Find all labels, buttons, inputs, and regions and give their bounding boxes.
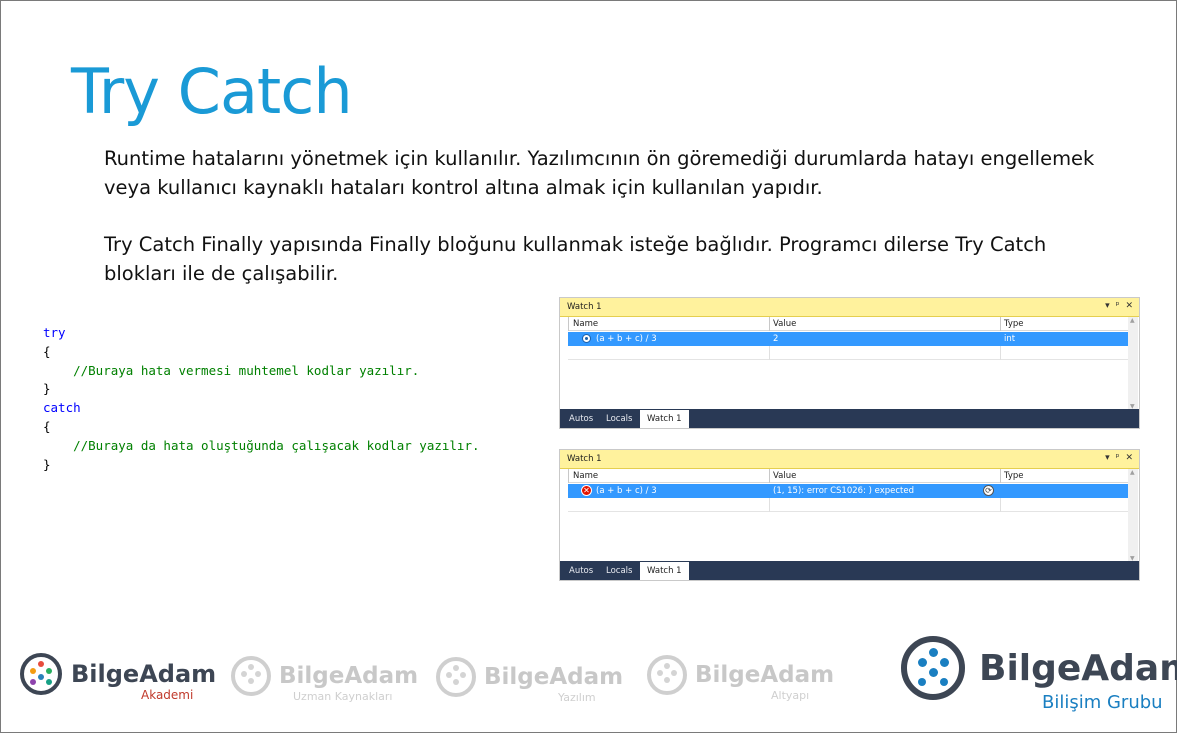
error-icon: ✕ (581, 485, 592, 496)
watch-title-bar: Watch 1 ▾ ᵖ ✕ (560, 298, 1139, 317)
bilgeadam-logo-icon (901, 636, 965, 700)
watch-empty-row[interactable] (568, 346, 1128, 360)
refresh-icon[interactable]: ⟳ (983, 485, 994, 496)
catch-keyword: catch (43, 400, 81, 416)
logo-bilisim-grubu: BilgeAdam Bilişim Grubu (901, 636, 1177, 713)
watch-row-name: (a + b + c) / 3 (596, 486, 657, 496)
logo-name: BilgeAdam (71, 660, 217, 688)
bilgeadam-logo-icon (647, 655, 687, 695)
scroll-up-icon[interactable]: ▲ (1130, 317, 1135, 324)
watch-empty-row[interactable] (568, 498, 1128, 512)
logo-sub: Yazılım (558, 691, 596, 704)
logo-uzman-kaynaklari: BilgeAdam Uzman Kaynakları (231, 656, 419, 703)
vertical-scrollbar[interactable]: ▲ ▼ (1128, 317, 1138, 410)
close-icon[interactable]: ✕ (1125, 301, 1133, 311)
logo-sub: Bilişim Grubu (1042, 692, 1163, 713)
watch-header-row: Name Value Type (568, 317, 1128, 331)
bilgeadam-logo-icon (20, 653, 62, 695)
logo-sub: Altyapı (771, 689, 810, 702)
tab-watch-1[interactable]: Watch 1 (640, 410, 689, 428)
close-brace: } (43, 381, 51, 397)
watch-row-value: (1, 15): error CS1026: ) expected (773, 486, 915, 496)
bilgeadam-logo-icon (231, 656, 271, 696)
pin-icon[interactable]: ᵖ (1116, 301, 1120, 311)
tab-locals[interactable]: Locals (599, 564, 639, 580)
logo-name: BilgeAdam (979, 647, 1177, 689)
bilgeadam-logo-icon (436, 657, 476, 697)
column-value[interactable]: Value (773, 319, 796, 329)
watch-header-row: Name Value Type (568, 469, 1128, 483)
code-block: try { //Buraya hata vermesi muhtemel kod… (43, 324, 480, 474)
watch-row-value: 2 (773, 334, 779, 344)
logo-altyapi: BilgeAdam Altyapı (647, 655, 835, 702)
try-keyword: try (43, 325, 66, 340)
slide-title: Try Catch (71, 55, 353, 128)
logo-akademi: BilgeAdam Akademi (20, 653, 217, 702)
scroll-up-icon[interactable]: ▲ (1130, 469, 1135, 476)
watch-row[interactable]: (a + b + c) / 3 2 int (568, 332, 1128, 346)
tab-autos[interactable]: Autos (562, 564, 600, 580)
watch-tab-bar: Autos Locals Watch 1 (560, 561, 1139, 580)
column-type[interactable]: Type (1004, 319, 1024, 329)
tab-locals[interactable]: Locals (599, 412, 639, 428)
close-brace: } (43, 456, 51, 472)
watch-title-bar: Watch 1 ▾ ᵖ ✕ (560, 450, 1139, 469)
close-icon[interactable]: ✕ (1125, 453, 1133, 463)
watch-tab-bar: Autos Locals Watch 1 (560, 409, 1139, 428)
column-name[interactable]: Name (573, 471, 598, 481)
watch-title: Watch 1 (567, 454, 602, 464)
open-brace: { (43, 418, 51, 434)
watch-controls: ▾ ᵖ ✕ (1105, 301, 1133, 311)
watch-title: Watch 1 (567, 302, 602, 312)
try-comment: //Buraya hata vermesi muhtemel kodlar ya… (73, 362, 420, 378)
paragraph-runtime: Runtime hatalarını yönetmek için kullanı… (104, 147, 1095, 199)
watch-row[interactable]: ✕ (a + b + c) / 3 (1, 15): error CS1026:… (568, 484, 1128, 498)
logo-yazilim: BilgeAdam Yazılım (436, 657, 624, 704)
slide: Try Catch Runtime hatalarını yönetmek iç… (0, 0, 1177, 733)
dropdown-icon[interactable]: ▾ (1105, 301, 1110, 311)
open-brace: { (43, 343, 51, 359)
vertical-scrollbar[interactable]: ▲ ▼ (1128, 469, 1138, 562)
tab-autos[interactable]: Autos (562, 412, 600, 428)
watch-window-success: Watch 1 ▾ ᵖ ✕ Name Value Type (a + b + c… (559, 297, 1140, 429)
logo-sub: Uzman Kaynakları (293, 690, 393, 703)
logo-sub: Akademi (141, 688, 194, 702)
column-value[interactable]: Value (773, 471, 796, 481)
watch-window-error: Watch 1 ▾ ᵖ ✕ Name Value Type ✕ (a + b +… (559, 449, 1140, 581)
logo-name: BilgeAdam (695, 662, 835, 688)
watch-row-type: int (1004, 334, 1016, 344)
watch-controls: ▾ ᵖ ✕ (1105, 453, 1133, 463)
column-name[interactable]: Name (573, 319, 598, 329)
watch-icon (582, 334, 591, 343)
logo-name: BilgeAdam (484, 664, 624, 690)
catch-comment: //Buraya da hata oluştuğunda çalışacak k… (73, 437, 480, 453)
watch-row-name: (a + b + c) / 3 (596, 334, 657, 344)
pin-icon[interactable]: ᵖ (1116, 453, 1120, 463)
logo-name: BilgeAdam (279, 663, 419, 689)
dropdown-icon[interactable]: ▾ (1105, 453, 1110, 463)
column-type[interactable]: Type (1004, 471, 1024, 481)
paragraph-finally: Try Catch Finally yapısında Finally bloğ… (104, 233, 1047, 285)
tab-watch-1[interactable]: Watch 1 (640, 562, 689, 580)
